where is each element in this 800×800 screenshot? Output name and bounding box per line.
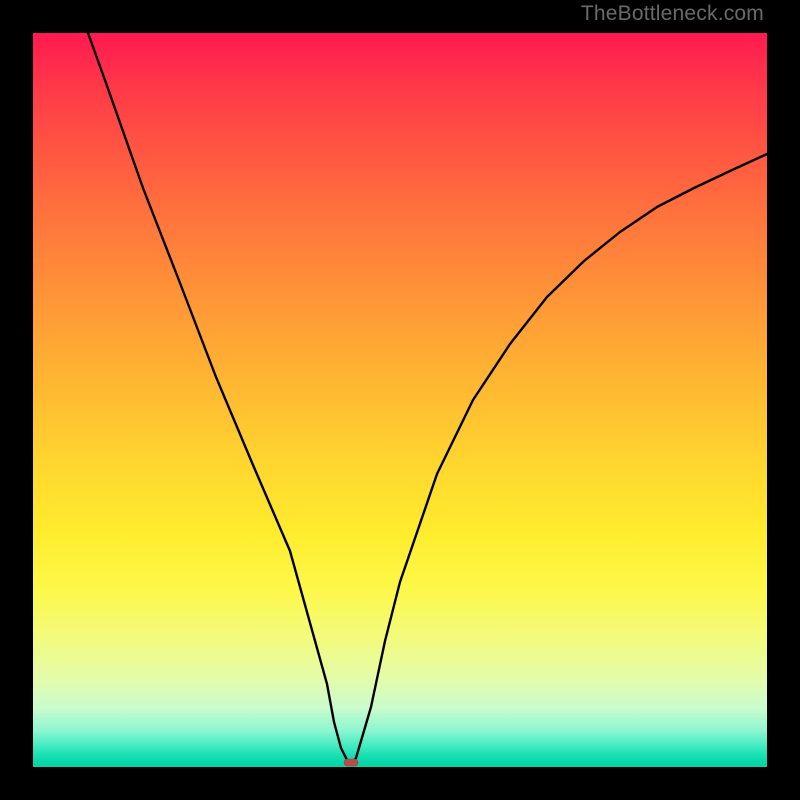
watermark-label: TheBottleneck.com [581,2,764,26]
plot-area [33,33,767,767]
chart-frame: TheBottleneck.com [0,0,800,800]
gradient-background [33,33,767,767]
